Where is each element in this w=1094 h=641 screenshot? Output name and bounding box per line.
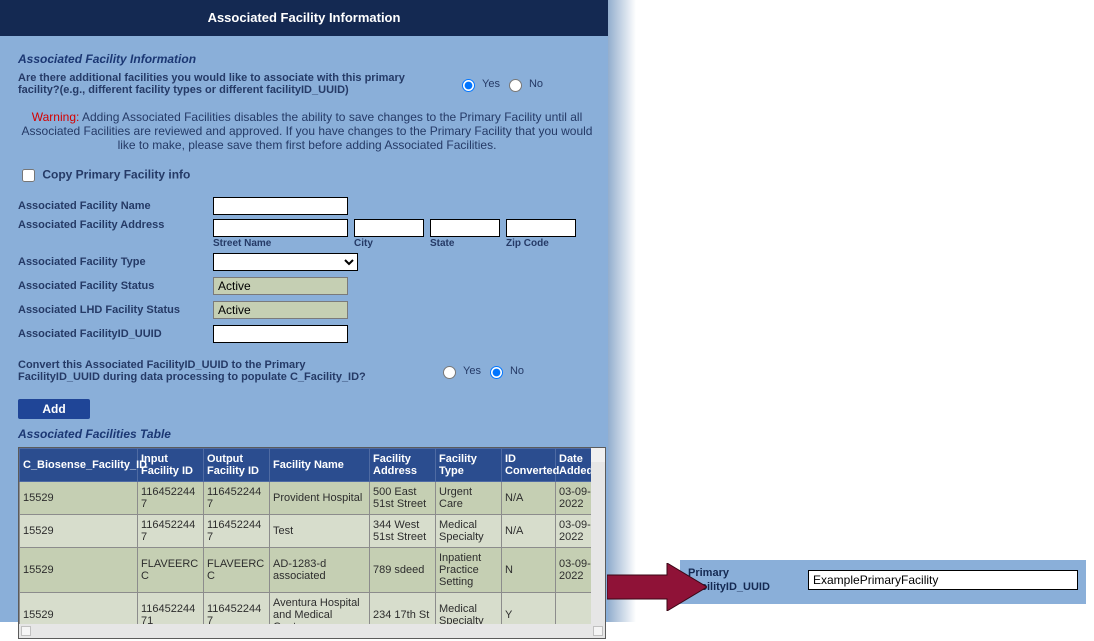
zip-input[interactable] <box>506 219 576 237</box>
table-row[interactable]: 1552911645224471164522447Provident Hospi… <box>20 482 598 515</box>
table-cell: Medical Specialty <box>436 515 502 548</box>
additional-no-radio[interactable] <box>509 79 522 92</box>
additional-facilities-question: Are there additional facilities you woul… <box>18 72 433 96</box>
table-title: Associated Facilities Table <box>18 427 596 441</box>
facility-uuid-label: Associated FacilityID_UUID <box>18 328 213 340</box>
table-cell: Test <box>270 515 370 548</box>
city-input[interactable] <box>354 219 424 237</box>
table-cell: 1164522447 <box>204 515 270 548</box>
warning-body: Adding Associated Facilities disables th… <box>22 110 593 152</box>
table-cell: AD-1283-d associated <box>270 548 370 593</box>
col-output-id[interactable]: Output Facility ID <box>204 449 270 482</box>
state-input[interactable] <box>430 219 500 237</box>
scroll-left-icon[interactable] <box>21 626 31 636</box>
facility-address-label: Associated Facility Address <box>18 219 213 231</box>
col-facility-address[interactable]: Facility Address <box>370 449 436 482</box>
facility-status-label: Associated Facility Status <box>18 280 213 292</box>
warning-prefix: Warning: <box>32 110 80 124</box>
table-cell: 500 East 51st Street <box>370 482 436 515</box>
convert-question: Convert this Associated FacilityID_UUID … <box>18 359 388 383</box>
table-cell: 15529 <box>20 515 138 548</box>
panel-title-bar: Associated Facility Information <box>0 0 608 36</box>
table-cell: N/A <box>502 482 556 515</box>
table-header-row: C_Biosense_Facility_ID Input Facility ID… <box>20 449 598 482</box>
section-title: Associated Facility Information <box>18 52 596 66</box>
table-cell: N <box>502 548 556 593</box>
radio-yes-label: Yes <box>482 78 500 90</box>
table-cell: Inpatient Practice Setting <box>436 548 502 593</box>
scroll-right-icon[interactable] <box>593 626 603 636</box>
table-horizontal-scrollbar[interactable] <box>19 624 605 638</box>
street-sublabel: Street Name <box>213 238 348 249</box>
table-cell: 789 sdeed <box>370 548 436 593</box>
table-cell: 15529 <box>20 548 138 593</box>
table-cell: Provident Hospital <box>270 482 370 515</box>
table-cell: FLAVEERCC <box>138 548 204 593</box>
table-row[interactable]: 15529FLAVEERCCFLAVEERCCAD-1283-d associa… <box>20 548 598 593</box>
copy-primary-label: Copy Primary Facility info <box>42 168 190 182</box>
panel-shadow <box>608 0 636 622</box>
facility-type-label: Associated Facility Type <box>18 256 213 268</box>
zip-sublabel: Zip Code <box>506 238 576 249</box>
primary-uuid-input[interactable] <box>808 570 1078 590</box>
lhd-status-value: Active <box>213 301 348 319</box>
table-cell: Urgent Care <box>436 482 502 515</box>
additional-yes-radio[interactable] <box>462 79 475 92</box>
table-vertical-scrollbar[interactable] <box>591 448 605 624</box>
convert-yes-label: Yes <box>463 365 481 377</box>
table-cell: 1164522447 <box>138 515 204 548</box>
add-button[interactable]: Add <box>18 399 90 419</box>
city-sublabel: City <box>354 238 424 249</box>
facility-status-value: Active <box>213 277 348 295</box>
table-cell: 1164522447 <box>138 482 204 515</box>
convert-no-label: No <box>510 365 524 377</box>
facilities-table-wrapper: C_Biosense_Facility_ID Input Facility ID… <box>18 447 606 639</box>
table-cell: N/A <box>502 515 556 548</box>
table-cell: 344 West 51st Street <box>370 515 436 548</box>
state-sublabel: State <box>430 238 500 249</box>
panel-title: Associated Facility Information <box>208 10 401 25</box>
arrow-icon <box>607 563 707 611</box>
col-facility-type[interactable]: Facility Type <box>436 449 502 482</box>
facility-name-label: Associated Facility Name <box>18 200 213 212</box>
warning-text: Warning: Adding Associated Facilities di… <box>18 110 596 152</box>
table-cell: FLAVEERCC <box>204 548 270 593</box>
table-cell: 15529 <box>20 482 138 515</box>
lhd-status-label: Associated LHD Facility Status <box>18 304 213 316</box>
facility-uuid-input[interactable] <box>213 325 348 343</box>
street-input[interactable] <box>213 219 348 237</box>
convert-no-radio[interactable] <box>490 366 503 379</box>
col-id-converted[interactable]: ID Converted <box>502 449 556 482</box>
col-facility-name[interactable]: Facility Name <box>270 449 370 482</box>
col-biosense-id[interactable]: C_Biosense_Facility_ID <box>20 449 138 482</box>
convert-yes-radio[interactable] <box>443 366 456 379</box>
col-input-id[interactable]: Input Facility ID <box>138 449 204 482</box>
facility-type-select[interactable] <box>213 253 358 271</box>
facilities-table: C_Biosense_Facility_ID Input Facility ID… <box>19 448 598 638</box>
radio-no-label: No <box>529 78 543 90</box>
primary-uuid-callout: Primary FacilityID_UUID <box>680 560 1086 604</box>
associated-facility-panel: Associated Facility Information Associat… <box>0 0 608 622</box>
facility-name-input[interactable] <box>213 197 348 215</box>
table-row[interactable]: 1552911645224471164522447Test344 West 51… <box>20 515 598 548</box>
copy-primary-checkbox[interactable] <box>22 169 35 182</box>
table-cell: 1164522447 <box>204 482 270 515</box>
